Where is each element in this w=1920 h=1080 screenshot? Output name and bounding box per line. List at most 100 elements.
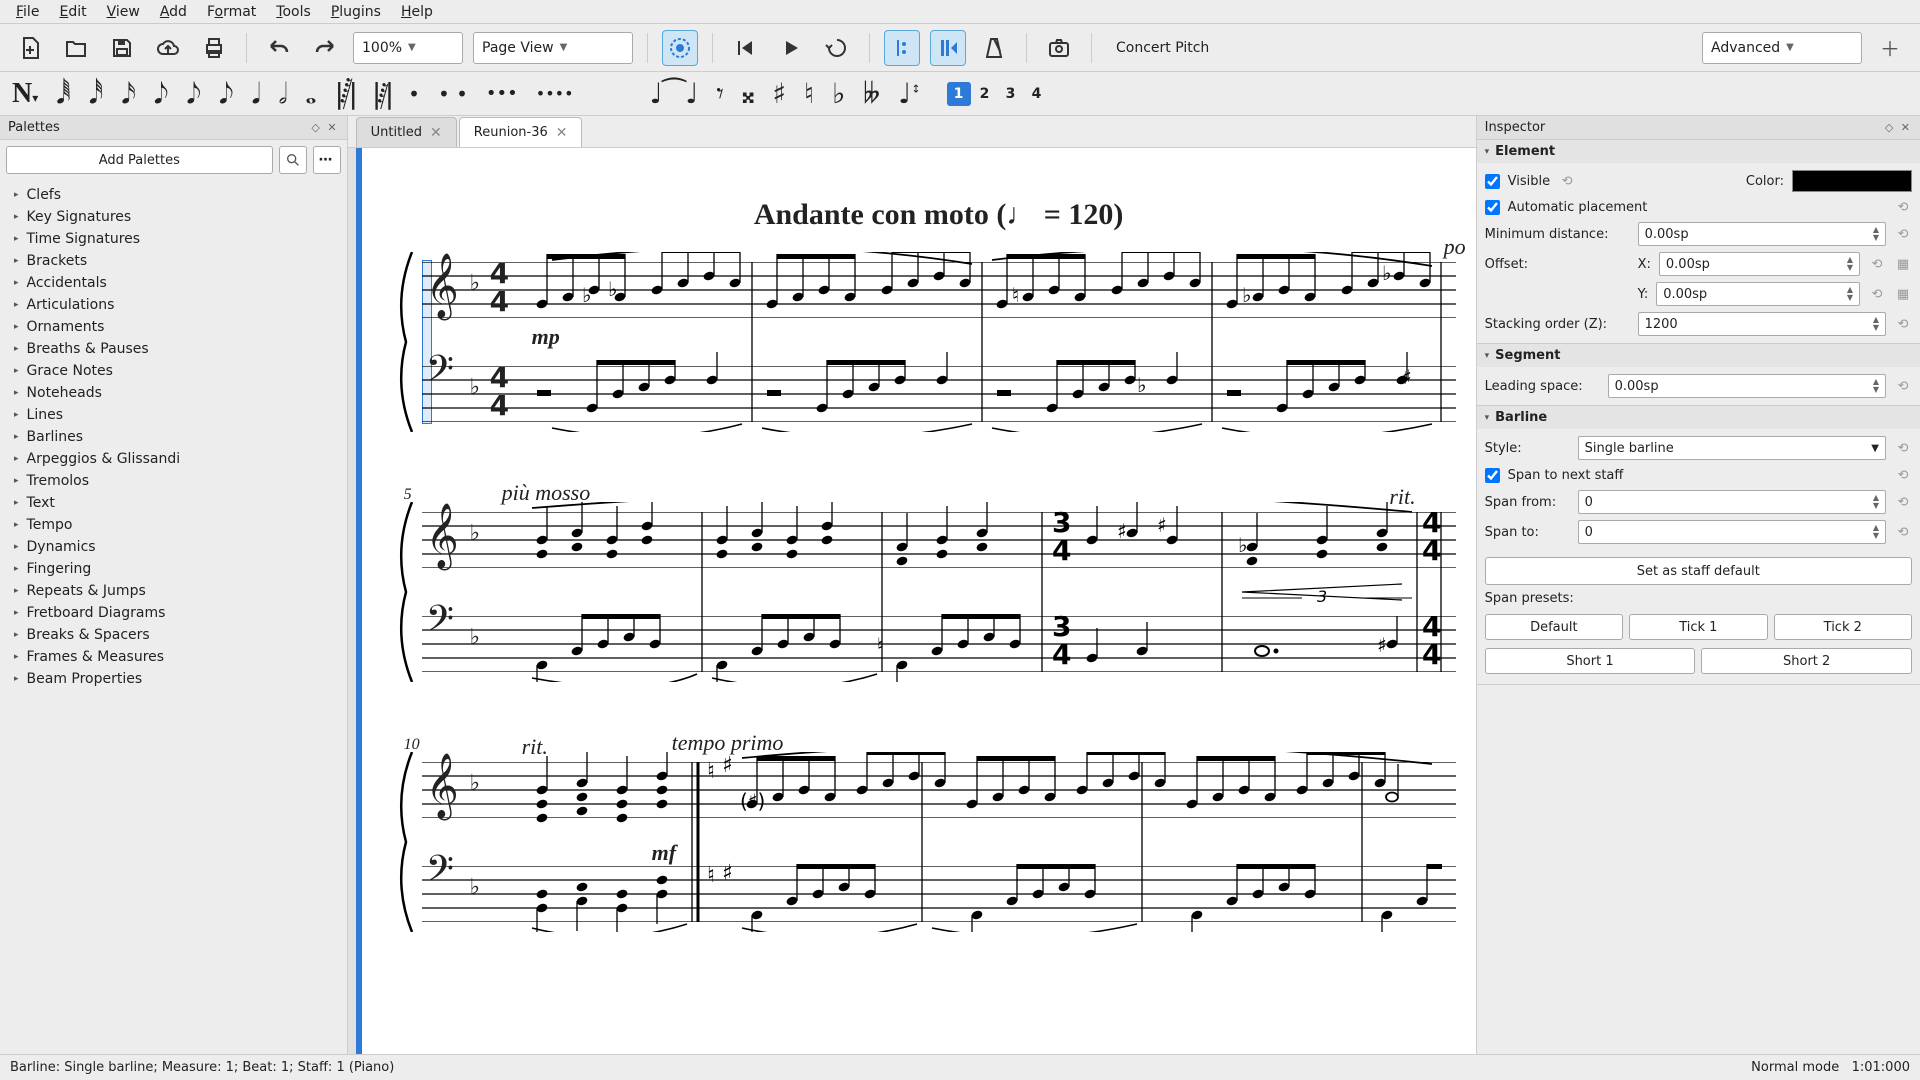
new-file-icon[interactable] xyxy=(12,30,48,66)
snap-icon[interactable]: ▦ xyxy=(1894,285,1912,303)
palette-item[interactable]: ▸Clefs xyxy=(0,184,347,206)
palette-item[interactable]: ▸Arpeggios & Glissandi xyxy=(0,448,347,470)
flat-icon[interactable]: ♭ xyxy=(832,80,845,108)
double-sharp-icon[interactable]: 𝄪 xyxy=(742,80,755,108)
palette-item[interactable]: ▸Tremolos xyxy=(0,470,347,492)
play-repeats-icon[interactable] xyxy=(884,30,920,66)
leading-field[interactable]: 0.00sp▲▼ xyxy=(1608,374,1886,398)
palette-item[interactable]: ▸Breaths & Pauses xyxy=(0,338,347,360)
preset-tick2-button[interactable]: Tick 2 xyxy=(1774,614,1912,640)
menu-file[interactable]: File xyxy=(8,2,47,22)
rest-icon[interactable]: 𝄾 xyxy=(716,80,723,108)
palette-item[interactable]: ▸Accidentals xyxy=(0,272,347,294)
voice-2[interactable]: 2 xyxy=(973,82,997,106)
set-staff-default-button[interactable]: Set as staff default xyxy=(1485,557,1912,585)
palette-item[interactable]: ▸Dynamics xyxy=(0,536,347,558)
score-viewport[interactable]: Andante con moto (♩ = 120) po 𝄞 ♭ 44 xyxy=(348,148,1476,1054)
visible-checkbox[interactable] xyxy=(1485,174,1500,189)
rewind-icon[interactable] xyxy=(727,30,763,66)
mindist-field[interactable]: 0.00sp▲▼ xyxy=(1638,222,1886,246)
save-icon[interactable] xyxy=(104,30,140,66)
loop-icon[interactable] xyxy=(819,30,855,66)
redo-icon[interactable] xyxy=(307,30,343,66)
palette-item[interactable]: ▸Repeats & Jumps xyxy=(0,580,347,602)
note-input-mode-icon[interactable]: N▾ xyxy=(12,80,38,108)
reset-icon[interactable]: ⟲ xyxy=(1894,225,1912,243)
note-quarter-icon[interactable]: 𝅘𝅥 xyxy=(252,80,261,108)
tab-untitled[interactable]: Untitled✕ xyxy=(356,117,457,147)
stacking-field[interactable]: 1200▲▼ xyxy=(1638,312,1886,336)
reset-icon[interactable]: ⟲ xyxy=(1894,198,1912,216)
pan-icon[interactable] xyxy=(930,30,966,66)
reset-icon[interactable]: ⟲ xyxy=(1894,523,1912,541)
preset-tick1-button[interactable]: Tick 1 xyxy=(1629,614,1767,640)
close-icon[interactable]: ✕ xyxy=(430,125,442,141)
voice-1[interactable]: 1 xyxy=(947,82,971,106)
note-8th-icon[interactable]: 𝅘𝅥𝅮 xyxy=(154,80,169,108)
score-page[interactable]: Andante con moto (♩ = 120) po 𝄞 ♭ 44 xyxy=(356,148,1476,1054)
cloud-save-icon[interactable] xyxy=(150,30,186,66)
double-flat-icon[interactable]: 𝄫 xyxy=(863,80,880,108)
span-to-field[interactable]: 0▲▼ xyxy=(1578,520,1886,544)
palette-item[interactable]: ▸Beam Properties xyxy=(0,668,347,690)
menu-help[interactable]: Help xyxy=(393,2,441,22)
tie-icon[interactable]: ♩⁀♩ xyxy=(650,80,699,108)
reset-icon[interactable]: ⟲ xyxy=(1894,439,1912,457)
preset-default-button[interactable]: Default xyxy=(1485,614,1623,640)
menu-format[interactable]: Format xyxy=(199,2,264,22)
section-barline[interactable]: Barline xyxy=(1495,410,1547,425)
panel-controls-icon[interactable]: ◇ ✕ xyxy=(311,121,338,134)
play-icon[interactable] xyxy=(773,30,809,66)
palette-item[interactable]: ▸Frames & Measures xyxy=(0,646,347,668)
section-element[interactable]: Element xyxy=(1495,144,1555,159)
palette-item[interactable]: ▸Barlines xyxy=(0,426,347,448)
menu-plugins[interactable]: Plugins xyxy=(323,2,389,22)
note-8th-3-icon[interactable]: 𝅘𝅥𝅮 xyxy=(219,80,234,108)
palette-item[interactable]: ▸Fingering xyxy=(0,558,347,580)
span-from-field[interactable]: 0▲▼ xyxy=(1578,490,1886,514)
reset-icon[interactable]: ⟲ xyxy=(1894,377,1912,395)
span-next-checkbox[interactable] xyxy=(1485,468,1500,483)
note-longa-icon[interactable]: |𝅁| xyxy=(372,80,390,108)
double-dot-icon[interactable]: • • xyxy=(438,84,468,104)
quad-dot-icon[interactable]: •••• xyxy=(536,86,574,102)
note-breve-icon[interactable]: |𝅂| xyxy=(335,80,354,108)
barline-style-combo[interactable]: Single barline▼ xyxy=(1578,436,1886,460)
flip-icon[interactable]: ♩↕ xyxy=(898,80,920,108)
search-palettes-icon[interactable] xyxy=(279,146,307,174)
menu-add[interactable]: Add xyxy=(152,2,195,22)
concert-pitch-toggle[interactable]: Concert Pitch xyxy=(1106,34,1219,62)
viewmode-combo[interactable]: Page View▼ xyxy=(473,32,633,64)
palette-item[interactable]: ▸Key Signatures xyxy=(0,206,347,228)
snap-icon[interactable]: ▦ xyxy=(1894,255,1912,273)
section-segment[interactable]: Segment xyxy=(1495,348,1560,363)
undo-icon[interactable] xyxy=(261,30,297,66)
note-32nd-icon[interactable]: 𝅘𝅥𝅰 xyxy=(89,80,104,108)
palette-menu-icon[interactable]: ⋯ xyxy=(313,146,341,174)
palette-item[interactable]: ▸Tempo xyxy=(0,514,347,536)
voice-3[interactable]: 3 xyxy=(999,82,1023,106)
note-whole-icon[interactable]: 𝅝 xyxy=(305,80,316,108)
note-16th-icon[interactable]: 𝅘𝅥𝅯 xyxy=(121,80,136,108)
palette-item[interactable]: ▸Grace Notes xyxy=(0,360,347,382)
preset-short2-button[interactable]: Short 2 xyxy=(1701,648,1912,674)
metronome-icon[interactable] xyxy=(976,30,1012,66)
menu-tools[interactable]: Tools xyxy=(268,2,319,22)
zoom-combo[interactable]: 100%▼ xyxy=(353,32,463,64)
palette-item[interactable]: ▸Time Signatures xyxy=(0,228,347,250)
workspace-combo[interactable]: Advanced▼ xyxy=(1702,32,1862,64)
reset-icon[interactable]: ⟲ xyxy=(1558,172,1576,190)
triple-dot-icon[interactable]: ••• xyxy=(486,85,518,103)
dot-icon[interactable]: • xyxy=(408,84,420,104)
reset-icon[interactable]: ⟲ xyxy=(1894,315,1912,333)
palette-item[interactable]: ▸Articulations xyxy=(0,294,347,316)
color-picker[interactable] xyxy=(1792,170,1912,192)
note-input-icon[interactable] xyxy=(662,30,698,66)
note-half-icon[interactable]: 𝅗𝅥 xyxy=(279,80,288,108)
screenshot-icon[interactable] xyxy=(1041,30,1077,66)
note-64th-icon[interactable]: 𝅘𝅥𝅱 xyxy=(56,80,71,108)
menu-edit[interactable]: Edit xyxy=(51,2,94,22)
preset-short1-button[interactable]: Short 1 xyxy=(1485,648,1696,674)
close-icon[interactable]: ✕ xyxy=(556,125,568,141)
palette-item[interactable]: ▸Fretboard Diagrams xyxy=(0,602,347,624)
